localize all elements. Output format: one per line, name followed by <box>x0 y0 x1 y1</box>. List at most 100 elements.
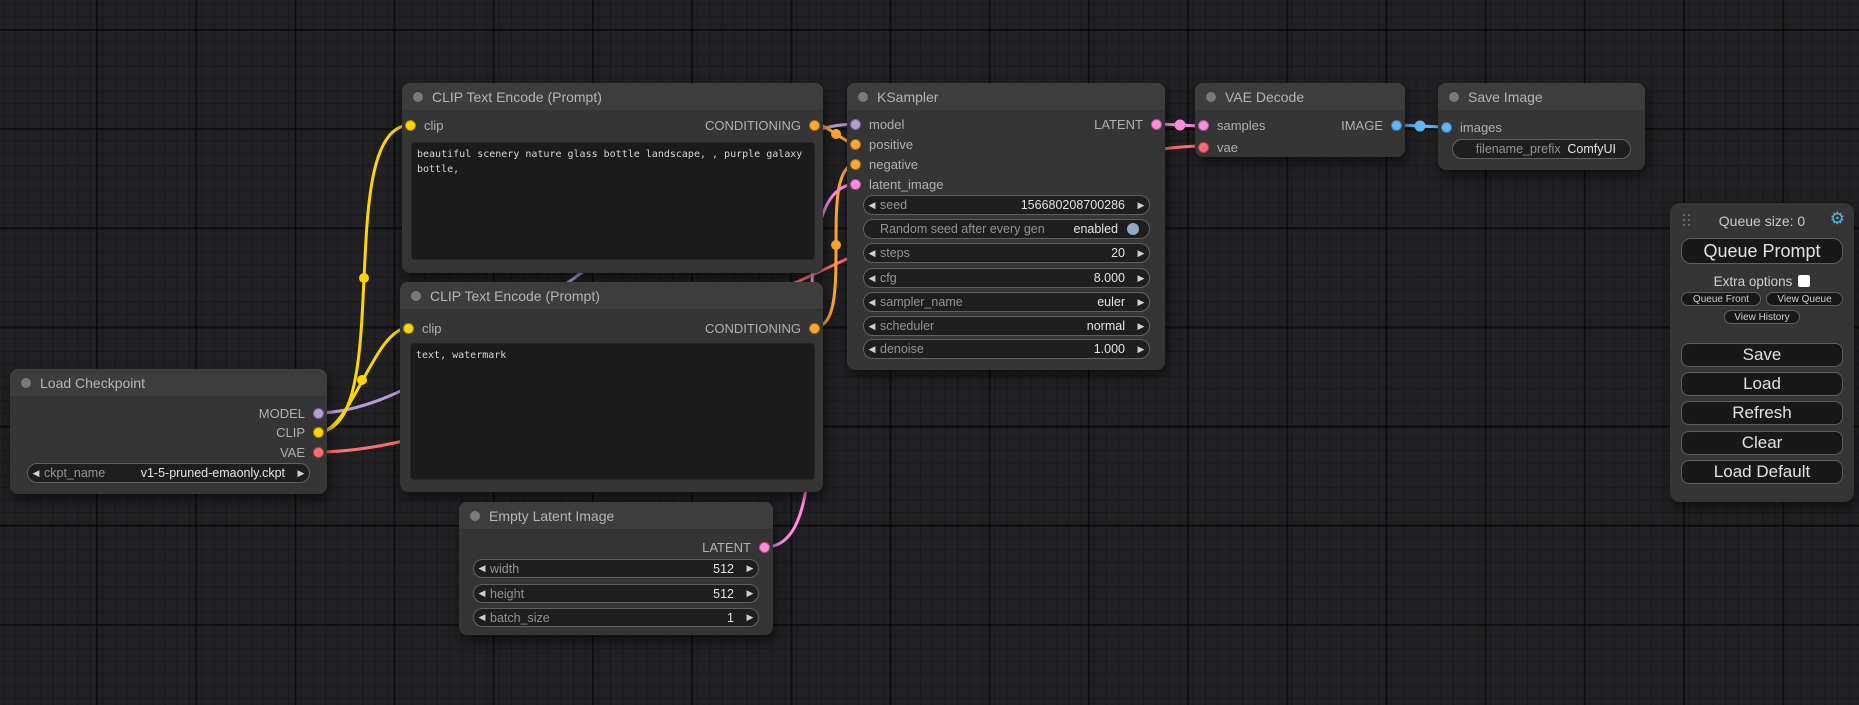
gear-icon[interactable]: ⚙ <box>1830 209 1845 229</box>
input-port-latent-image[interactable] <box>850 179 861 190</box>
collapse-dot-icon[interactable] <box>21 378 31 388</box>
output-label-conditioning: CONDITIONING <box>705 118 801 133</box>
node-title-bar[interactable]: CLIP Text Encode (Prompt) <box>402 83 823 111</box>
node-title-bar[interactable]: Load Checkpoint <box>10 369 327 397</box>
increment-arrow-icon[interactable]: ▶ <box>742 612 758 623</box>
output-port-conditioning[interactable] <box>809 323 820 334</box>
input-port-images[interactable] <box>1441 122 1452 133</box>
queue-front-button[interactable]: Queue Front <box>1681 292 1761 306</box>
load-default-button[interactable]: Load Default <box>1681 460 1843 484</box>
node-title: KSampler <box>877 89 938 105</box>
node-ksampler[interactable]: KSampler model LATENT positive negative … <box>847 83 1165 370</box>
widget-batch-size[interactable]: ◀ batch_size 1 ▶ <box>473 608 759 627</box>
input-port-positive[interactable] <box>850 139 861 150</box>
output-port-image[interactable] <box>1391 120 1402 131</box>
node-clip-text-encode-negative[interactable]: CLIP Text Encode (Prompt) clip CONDITION… <box>400 282 823 492</box>
output-port-latent[interactable] <box>1151 119 1162 130</box>
node-title: VAE Decode <box>1225 89 1304 105</box>
widget-scheduler[interactable]: ◀ scheduler normal ▶ <box>863 316 1150 336</box>
increment-arrow-icon[interactable]: ▶ <box>742 588 758 599</box>
refresh-button[interactable]: Refresh <box>1681 401 1843 425</box>
decrement-arrow-icon[interactable]: ◀ <box>864 344 880 355</box>
widget-ckpt-name[interactable]: ◀ ckpt_name v1-5-pruned-emaonly.ckpt ▶ <box>27 463 310 483</box>
widget-value: 20 <box>1111 246 1133 260</box>
wire-midpoint-dot <box>1415 121 1426 132</box>
toggle-dot[interactable] <box>1127 223 1139 235</box>
increment-arrow-icon[interactable]: ▶ <box>1133 344 1149 355</box>
input-port-model[interactable] <box>850 119 861 130</box>
widget-name: width <box>490 562 713 576</box>
decrement-arrow-icon[interactable]: ◀ <box>474 563 490 574</box>
node-save-image[interactable]: Save Image images filename_prefix ComfyU… <box>1438 83 1645 170</box>
widget-name: cfg <box>880 271 1094 285</box>
increment-arrow-icon[interactable]: ▶ <box>1133 321 1149 332</box>
collapse-dot-icon[interactable] <box>411 291 421 301</box>
view-queue-button[interactable]: View Queue <box>1766 292 1843 306</box>
input-port-negative[interactable] <box>850 159 861 170</box>
collapse-dot-icon[interactable] <box>413 92 423 102</box>
decrement-arrow-icon[interactable]: ◀ <box>864 273 880 284</box>
collapse-dot-icon[interactable] <box>1206 92 1216 102</box>
node-clip-text-encode-positive[interactable]: CLIP Text Encode (Prompt) clip CONDITION… <box>402 83 823 273</box>
output-port-model[interactable] <box>313 408 324 419</box>
decrement-arrow-icon[interactable]: ◀ <box>864 321 880 332</box>
increment-arrow-icon[interactable]: ▶ <box>1133 200 1149 211</box>
widget-height[interactable]: ◀ height 512 ▶ <box>473 584 759 603</box>
widget-width[interactable]: ◀ width 512 ▶ <box>473 559 759 578</box>
widget-cfg[interactable]: ◀ cfg 8.000 ▶ <box>863 268 1150 288</box>
node-vae-decode[interactable]: VAE Decode samples IMAGE vae <box>1195 83 1405 157</box>
extra-options-label: Extra options <box>1714 274 1793 289</box>
increment-arrow-icon[interactable]: ▶ <box>1133 273 1149 284</box>
decrement-arrow-icon[interactable]: ◀ <box>864 200 880 211</box>
widget-steps[interactable]: ◀ steps 20 ▶ <box>863 243 1150 263</box>
extra-options-checkbox[interactable] <box>1798 275 1810 287</box>
collapse-dot-icon[interactable] <box>858 92 868 102</box>
input-label-clip: clip <box>424 118 444 133</box>
node-title-bar[interactable]: CLIP Text Encode (Prompt) <box>400 282 823 310</box>
input-port-clip[interactable] <box>405 120 416 131</box>
collapse-dot-icon[interactable] <box>1449 92 1459 102</box>
collapse-dot-icon[interactable] <box>470 511 480 521</box>
input-port-clip[interactable] <box>403 323 414 334</box>
output-port-latent[interactable] <box>759 542 770 553</box>
increment-arrow-icon[interactable]: ▶ <box>742 563 758 574</box>
output-label-clip: CLIP <box>276 425 305 440</box>
decrement-arrow-icon[interactable]: ◀ <box>864 248 880 259</box>
widget-name: seed <box>880 198 1021 212</box>
output-port-clip[interactable] <box>313 427 324 438</box>
widget-value: 1.000 <box>1094 342 1133 356</box>
node-title-bar[interactable]: VAE Decode <box>1195 83 1405 111</box>
output-port-conditioning[interactable] <box>809 120 820 131</box>
node-title-bar[interactable]: KSampler <box>847 83 1165 111</box>
prompt-textarea[interactable]: text, watermark <box>410 343 815 480</box>
node-graph-canvas[interactable]: Load Checkpoint MODEL CLIP VAE ◀ ckpt_na… <box>0 0 1859 705</box>
widget-filename-prefix[interactable]: filename_prefix ComfyUI <box>1452 139 1631 159</box>
increment-arrow-icon[interactable]: ▶ <box>1133 297 1149 308</box>
node-empty-latent-image[interactable]: Empty Latent Image LATENT ◀ width 512 ▶ … <box>459 502 773 635</box>
queue-size-label: Queue size: 0 <box>1670 213 1854 229</box>
widget-sampler-name[interactable]: ◀ sampler_name euler ▶ <box>863 292 1150 312</box>
increment-arrow-icon[interactable]: ▶ <box>1133 248 1149 259</box>
node-title-bar[interactable]: Save Image <box>1438 83 1645 111</box>
view-history-button[interactable]: View History <box>1724 310 1800 324</box>
save-button[interactable]: Save <box>1681 343 1843 367</box>
increment-arrow-icon[interactable]: ▶ <box>293 468 309 479</box>
prompt-textarea[interactable]: beautiful scenery nature glass bottle la… <box>411 142 815 260</box>
wire-midpoint-dot <box>831 129 841 139</box>
output-port-vae[interactable] <box>313 447 324 458</box>
queue-prompt-button[interactable]: Queue Prompt <box>1681 238 1843 264</box>
decrement-arrow-icon[interactable]: ◀ <box>864 297 880 308</box>
node-title-bar[interactable]: Empty Latent Image <box>459 502 773 530</box>
decrement-arrow-icon[interactable]: ◀ <box>28 468 44 479</box>
load-button[interactable]: Load <box>1681 372 1843 396</box>
input-port-samples[interactable] <box>1198 120 1209 131</box>
widget-denoise[interactable]: ◀ denoise 1.000 ▶ <box>863 339 1150 359</box>
widget-name: Random seed after every gen <box>880 222 1074 236</box>
node-load-checkpoint[interactable]: Load Checkpoint MODEL CLIP VAE ◀ ckpt_na… <box>10 369 327 494</box>
decrement-arrow-icon[interactable]: ◀ <box>474 612 490 623</box>
widget-seed[interactable]: ◀ seed 156680208700286 ▶ <box>863 195 1150 215</box>
clear-button[interactable]: Clear <box>1681 431 1843 455</box>
decrement-arrow-icon[interactable]: ◀ <box>474 588 490 599</box>
widget-random-seed[interactable]: Random seed after every gen enabled <box>863 219 1150 239</box>
input-port-vae[interactable] <box>1198 142 1209 153</box>
